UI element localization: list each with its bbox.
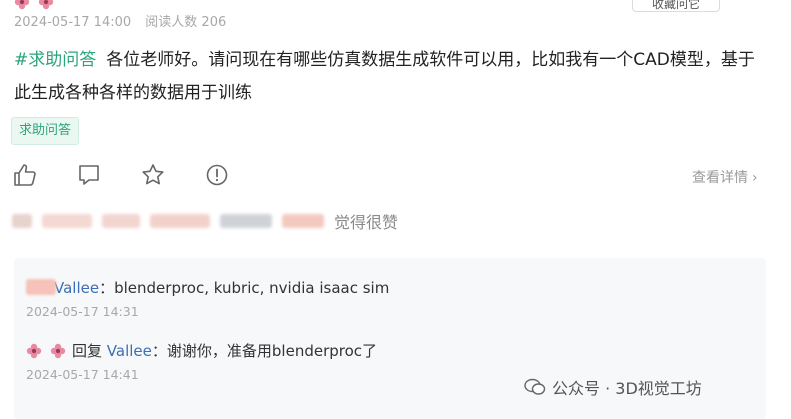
blurred-user (102, 214, 140, 228)
comment-text: blenderproc, kubric, nvidia isaac sim (114, 279, 390, 297)
blurred-user (12, 214, 32, 228)
tag-chip[interactable]: 求助问答 (11, 117, 80, 145)
reply-to-author[interactable]: Vallee (107, 342, 152, 360)
watermark: 公众号 · 3D视觉工坊 (524, 375, 702, 399)
watermark-text: 公众号 · 3D视觉工坊 (552, 379, 702, 398)
comment-author[interactable]: Vallee (54, 279, 99, 297)
comment-text: 谢谢你，准备用blenderproc了 (166, 342, 378, 360)
tag-link[interactable]: #求助问答 (14, 50, 96, 70)
top-avatars (14, 0, 54, 10)
blurred-user (42, 214, 92, 228)
thumbs-up-icon[interactable] (12, 162, 38, 188)
chevron-right-icon: › (752, 170, 758, 186)
comment-colon: ： (151, 342, 167, 360)
post-date: 2024-05-17 14:00 (14, 15, 132, 30)
comment-time: 2024-05-17 14:41 (26, 367, 139, 382)
comment-time: 2024-05-17 14:31 (26, 304, 139, 319)
blurred-user (150, 214, 210, 228)
comment-icon[interactable] (76, 162, 102, 188)
comment-item: Vallee：blenderproc, kubric, nvidia isaac… (26, 277, 389, 319)
report-icon[interactable] (204, 162, 230, 188)
action-bar (12, 162, 230, 188)
post-meta: 2024-05-17 14:00 阅读人数 206 (14, 11, 226, 30)
blurred-username (26, 279, 56, 295)
reply-avatar (26, 343, 66, 359)
post-views: 阅读人数 206 (145, 15, 227, 30)
comment-colon: ： (99, 279, 115, 297)
flower-avatar-icon (26, 343, 42, 359)
flower-avatar-icon (14, 0, 30, 10)
likes-row: 觉得很赞 (12, 210, 398, 232)
reply-label: 回复 (72, 342, 103, 360)
top-action-button[interactable]: 收藏问它 (632, 0, 720, 12)
view-details-label: 查看详情 (692, 170, 748, 186)
view-details-link[interactable]: 查看详情 › (692, 167, 758, 187)
blurred-user (220, 214, 272, 228)
flower-avatar-icon (38, 0, 54, 10)
blurred-user (282, 214, 324, 228)
star-icon[interactable] (140, 162, 166, 188)
question-text: 各位老师好。请问现在有哪些仿真数据生成软件可以用，比如我有一个CAD模型，基于此… (14, 50, 755, 103)
wechat-icon (524, 378, 546, 395)
likes-suffix: 觉得很赞 (334, 213, 399, 232)
comment-item: 回复 Vallee：谢谢你，准备用blenderproc了 2024-05-17… (26, 340, 377, 382)
question-text-block: #求助问答 各位老师好。请问现在有哪些仿真数据生成软件可以用，比如我有一个CAD模… (14, 44, 764, 110)
flower-avatar-icon (50, 343, 66, 359)
